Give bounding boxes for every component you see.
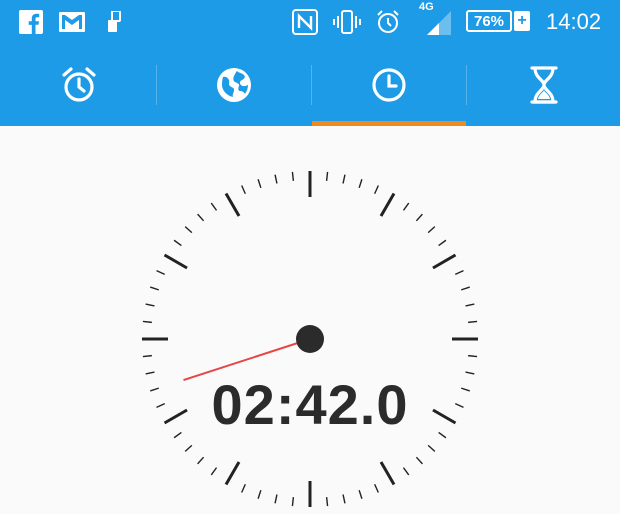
dial-major-tick xyxy=(379,461,396,486)
status-bar: 4G 76% + 14:02 xyxy=(0,0,620,43)
alarm-clock-icon xyxy=(62,66,96,102)
nfc-icon xyxy=(291,8,319,36)
dial-major-tick xyxy=(163,253,188,270)
dial-minor-tick xyxy=(241,483,246,493)
dial-minor-tick xyxy=(465,303,475,307)
facebook-icon xyxy=(18,8,44,36)
tab-timer[interactable] xyxy=(467,43,620,126)
dial-minor-tick xyxy=(197,213,205,222)
dial-minor-tick xyxy=(465,371,475,375)
dial-minor-tick xyxy=(415,456,423,465)
dial-minor-tick xyxy=(210,202,218,211)
battery-indicator: 76% + xyxy=(466,8,530,36)
dial-minor-tick xyxy=(374,483,379,493)
dial-minor-tick xyxy=(241,185,246,195)
dial-minor-tick xyxy=(274,174,278,184)
dial-minor-tick xyxy=(402,467,410,476)
dial-minor-tick xyxy=(468,354,478,358)
dial-minor-tick xyxy=(325,497,329,507)
dial-minor-tick xyxy=(274,494,278,504)
dial-major-tick xyxy=(379,192,396,217)
dial-minor-tick xyxy=(461,387,470,392)
dial-minor-tick xyxy=(461,286,470,291)
dial-minor-tick xyxy=(358,490,363,499)
tab-stopwatch[interactable] xyxy=(312,43,466,126)
dial-minor-tick xyxy=(325,171,329,181)
status-time: 14:02 xyxy=(546,9,602,34)
battery-charging-icon: + xyxy=(514,11,530,31)
dial-minor-tick xyxy=(342,494,346,504)
dial-minor-tick xyxy=(257,490,262,499)
dial-minor-tick xyxy=(358,179,363,188)
alarm-icon xyxy=(374,8,402,36)
dial-minor-tick xyxy=(291,171,295,181)
battery-percent: 76% xyxy=(466,10,512,32)
dial-minor-tick xyxy=(150,387,159,392)
signal-icon xyxy=(424,8,454,36)
tab-bar xyxy=(0,43,620,126)
dial-minor-tick xyxy=(342,174,346,184)
dial-minor-tick xyxy=(427,444,436,452)
vibrate-icon xyxy=(332,8,362,36)
usb-device-icon xyxy=(104,8,124,36)
dial-minor-tick xyxy=(415,213,423,222)
tab-alarm[interactable] xyxy=(2,43,156,126)
dial-minor-tick xyxy=(402,202,410,211)
dial-minor-tick xyxy=(374,185,379,195)
dial-minor-tick xyxy=(142,320,152,324)
hourglass-icon xyxy=(530,65,558,104)
dial-center-hub xyxy=(296,325,324,353)
dial-minor-tick xyxy=(173,239,182,247)
dial-major-tick xyxy=(224,192,241,217)
dial-minor-tick xyxy=(291,497,295,507)
dial-minor-tick xyxy=(427,226,436,234)
clock-icon xyxy=(372,67,406,102)
dial-minor-tick xyxy=(257,179,262,188)
dial-major-tick xyxy=(224,461,241,486)
dial-minor-tick xyxy=(468,320,478,324)
dial-minor-tick xyxy=(184,226,193,234)
dial-minor-tick xyxy=(210,467,218,476)
dial-minor-tick xyxy=(145,303,155,307)
gmail-icon xyxy=(58,8,86,36)
dial-minor-tick xyxy=(197,456,205,465)
dial-minor-tick xyxy=(156,270,166,275)
tab-world-clock[interactable] xyxy=(157,43,311,126)
dial-minor-tick xyxy=(142,354,152,358)
dial-minor-tick xyxy=(454,270,464,275)
dial-minor-tick xyxy=(184,444,193,452)
dial-minor-tick xyxy=(150,286,159,291)
dial-major-tick xyxy=(432,253,457,270)
elapsed-time-display: 02:42.0 xyxy=(211,373,409,436)
globe-icon xyxy=(217,67,251,102)
dial-minor-tick xyxy=(145,371,155,375)
stopwatch-dial xyxy=(142,171,478,507)
dial-minor-tick xyxy=(438,239,447,247)
